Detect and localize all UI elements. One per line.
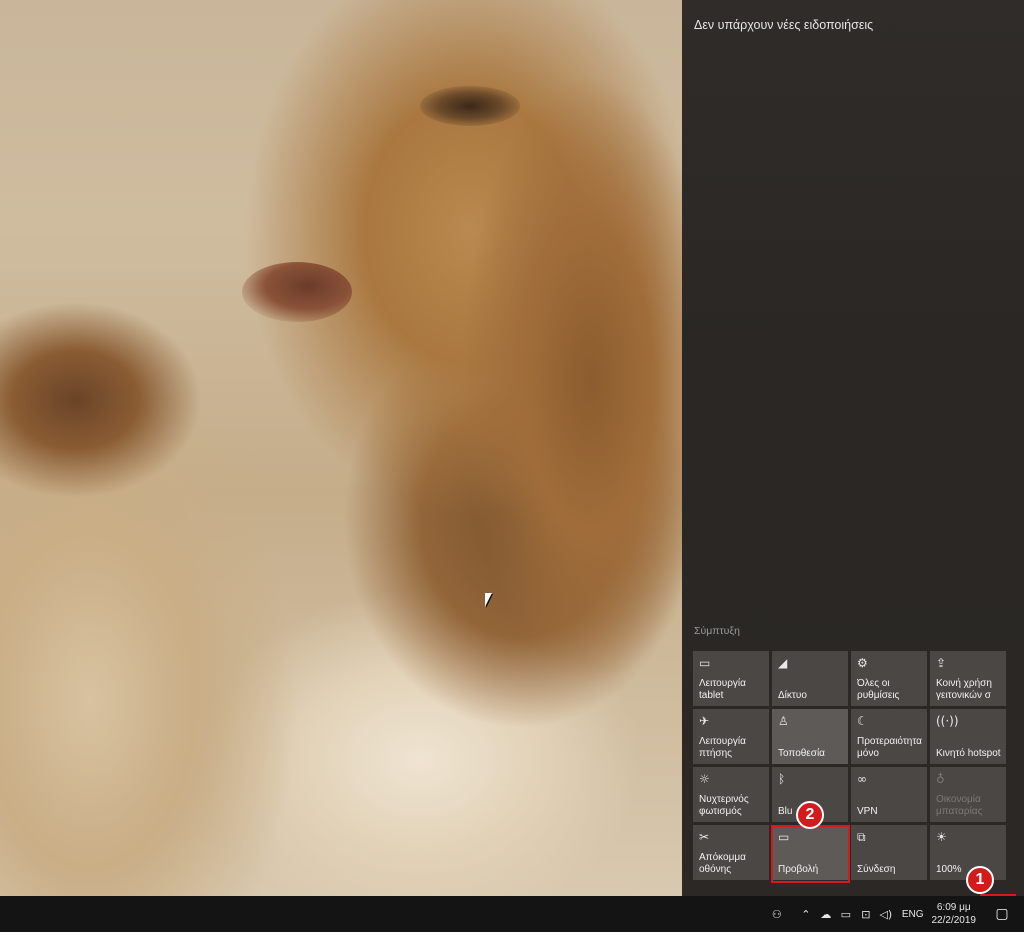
nearby-share-icon: ⇪ <box>936 656 947 670</box>
tile-label: Λειτουργία πτήσης <box>699 736 746 759</box>
tile-label: Τοποθεσία <box>778 748 825 759</box>
tile-night-light[interactable]: ☼ Νυχτερινός φωτισμός <box>693 767 769 822</box>
annotation-badge-1: 1 <box>966 866 994 894</box>
quick-actions-grid: ▭ Λειτουργία tablet ◢ Δίκτυο ⚙ Όλες οι ρ… <box>693 651 1009 880</box>
lion-nose <box>242 262 352 322</box>
airplane-icon: ✈ <box>699 714 710 728</box>
tile-all-settings[interactable]: ⚙ Όλες οι ρυθμίσεις <box>851 651 927 706</box>
no-notifications-text: Δεν υπάρχουν νέες ειδοποιήσεις <box>694 18 874 32</box>
tile-label: Οικονομία μπαταρίας <box>936 794 983 817</box>
speaker-icon[interactable]: ◁) <box>877 908 895 921</box>
tile-nearby-sharing[interactable]: ⇪ Κοινή χρήση γειτονικών σ <box>930 651 1006 706</box>
tile-label: Όλες οι ρυθμίσεις <box>857 678 900 701</box>
language-indicator[interactable]: ENG <box>902 909 924 920</box>
onedrive-cloud-icon[interactable]: ☁ <box>817 908 835 921</box>
connect-icon: ⧉ <box>857 830 866 844</box>
tile-mobile-hotspot[interactable]: ((·)) Κινητό hotspot <box>930 709 1006 764</box>
vpn-icon: ∞ <box>857 772 867 786</box>
action-center-button[interactable]: ▢ <box>988 898 1016 930</box>
tile-label: Δίκτυο <box>778 690 807 701</box>
tile-network[interactable]: ◢ Δίκτυο <box>772 651 848 706</box>
collapse-link[interactable]: Σύμπτυξη <box>694 625 740 637</box>
tile-label: Απόκομμα οθόνης <box>699 852 746 875</box>
tile-location[interactable]: ♙ Τοποθεσία <box>772 709 848 764</box>
taskbar: ⚇ ⌃ ☁ ▭ ⊡ ◁) ENG 6:09 μμ 22/2/2019 ▢ <box>0 896 1024 932</box>
tile-connect[interactable]: ⧉ Σύνδεση <box>851 825 927 880</box>
brightness-icon: ☀ <box>936 830 947 844</box>
screenshot-border <box>0 932 1024 938</box>
action-center-panel: Δεν υπάρχουν νέες ειδοποιήσεις Σύμπτυξη … <box>682 0 1024 896</box>
clock[interactable]: 6:09 μμ 22/2/2019 <box>932 901 977 927</box>
tile-battery-saver[interactable]: ♁ Οικονομία μπαταρίας <box>930 767 1006 822</box>
show-hidden-icons-chevron-icon[interactable]: ⌃ <box>797 908 815 921</box>
lion-eye <box>420 86 520 126</box>
tablet-mode-icon: ▭ <box>699 656 711 670</box>
tile-project[interactable]: ▭ Προβολή <box>772 825 848 880</box>
tile-label: Κινητό hotspot <box>936 748 1001 759</box>
desktop-wallpaper <box>0 0 682 896</box>
tile-label: Κοινή χρήση γειτονικών σ <box>936 678 992 701</box>
tile-focus-assist[interactable]: ☾ Προτεραιότητα μόνο <box>851 709 927 764</box>
settings-icon: ⚙ <box>857 656 868 670</box>
notification-icon: ▢ <box>995 906 1009 922</box>
tile-airplane-mode[interactable]: ✈ Λειτουργία πτήσης <box>693 709 769 764</box>
location-icon: ♙ <box>778 714 789 728</box>
tile-vpn[interactable]: ∞ VPN <box>851 767 927 822</box>
project-icon: ▭ <box>778 830 790 844</box>
tile-label: Νυχτερινός φωτισμός <box>699 794 749 817</box>
tile-label: Προτεραιότητα μόνο <box>857 736 922 759</box>
tile-screen-snip[interactable]: ✂ Απόκομμα οθόνης <box>693 825 769 880</box>
annotation-badge-2: 2 <box>796 801 824 829</box>
screen-snip-icon: ✂ <box>699 830 710 844</box>
tile-label: Προβολή <box>778 864 819 875</box>
moon-icon: ☾ <box>857 714 868 728</box>
battery-icon[interactable]: ▭ <box>837 908 855 921</box>
bluetooth-icon: ᛒ <box>778 772 786 786</box>
people-icon[interactable]: ⚇ <box>768 908 786 921</box>
tile-label: Σύνδεση <box>857 864 896 875</box>
clock-time: 6:09 μμ <box>936 902 971 913</box>
network-tray-icon[interactable]: ⊡ <box>857 908 875 921</box>
battery-saver-icon: ♁ <box>936 772 945 786</box>
tile-tablet-mode[interactable]: ▭ Λειτουργία tablet <box>693 651 769 706</box>
night-light-icon: ☼ <box>699 772 710 786</box>
mouse-cursor-icon <box>485 593 492 607</box>
system-tray: ⚇ ⌃ ☁ ▭ ⊡ ◁) ENG 6:09 μμ 22/2/2019 ▢ <box>767 896 1024 932</box>
network-icon: ◢ <box>778 656 788 670</box>
clock-date: 22/2/2019 <box>931 915 977 926</box>
hotspot-icon: ((·)) <box>936 714 959 728</box>
tile-label: VPN <box>857 806 878 817</box>
tile-label: Λειτουργία tablet <box>699 678 746 701</box>
